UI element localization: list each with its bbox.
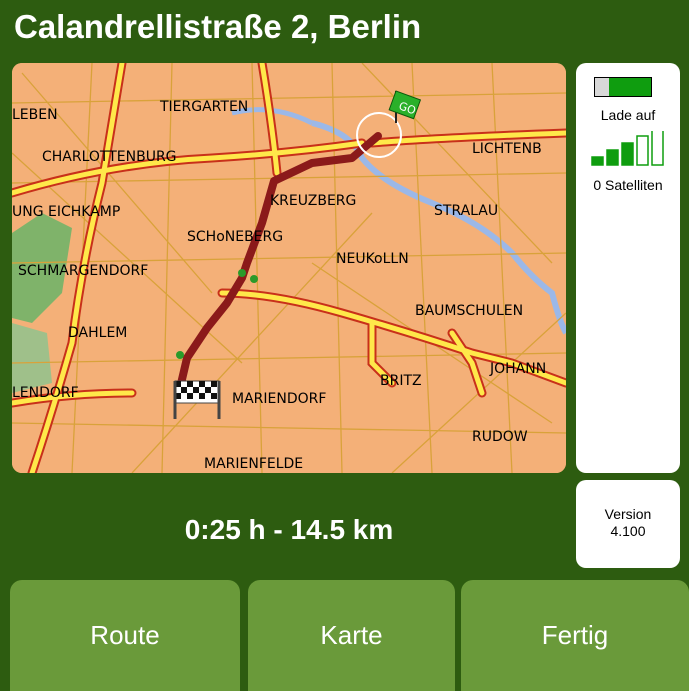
map-button[interactable]: Karte	[248, 580, 455, 691]
route-button[interactable]: Route	[10, 580, 240, 691]
map-label-leben: LEBEN	[12, 107, 58, 123]
route-summary: 0:25 h - 14.5 km	[184, 514, 394, 545]
map-label-johann: JOHANN	[489, 361, 546, 377]
map-label-rudow: RUDOW	[472, 429, 528, 445]
route-waypoint	[250, 275, 258, 283]
signal-bar	[636, 135, 649, 166]
map-label-eichkamp: UNG EICHKAMP	[12, 204, 120, 220]
map-label-mariendorf: MARIENDORF	[232, 391, 326, 407]
signal-bar	[621, 142, 634, 166]
route-map[interactable]: GO TIERGARTEN LEBEN CHARLOTTENBURG LICHT…	[12, 63, 566, 473]
map-label-baumschulen: BAUMSCHULEN	[415, 303, 523, 319]
map-label-stralau: STRALAU	[434, 203, 498, 219]
satellite-signal-icon	[591, 131, 664, 166]
route-waypoint	[238, 269, 246, 277]
signal-bar	[591, 156, 604, 166]
map-label-tiergarten: TIERGARTEN	[159, 99, 248, 115]
map-label-neukolln: NEUKoLLN	[336, 251, 409, 267]
done-button[interactable]: Fertig	[461, 580, 689, 691]
map-label-britz: BRITZ	[380, 373, 422, 389]
forest-area	[12, 323, 52, 393]
map-label-lendorf: LENDORF	[12, 385, 79, 401]
satellite-status: 0 Satelliten	[593, 177, 663, 193]
map-label-kreuzberg: KREUZBERG	[270, 193, 356, 209]
map-label-schmargendorf: SCHMARGENDORF	[18, 263, 148, 279]
page-title: Calandrellistraße 2, Berlin	[14, 8, 422, 45]
version-number: 4.100	[610, 523, 646, 539]
status-panel: Lade auf 0 Satelliten	[576, 63, 680, 473]
map-label-marienfelde: MARIENFELDE	[204, 456, 303, 472]
battery-status: Lade auf	[600, 107, 656, 123]
map-canvas[interactable]: GO TIERGARTEN LEBEN CHARLOTTENBURG LICHT…	[12, 63, 566, 473]
battery-icon	[594, 77, 652, 97]
map-label-charlottenburg: CHARLOTTENBURG	[42, 149, 177, 165]
route-waypoint	[176, 351, 184, 359]
map-label-dahlem: DAHLEM	[68, 325, 127, 341]
map-label-lichtenb: LICHTENB	[472, 141, 542, 157]
signal-bar	[606, 149, 619, 166]
signal-bar	[651, 131, 664, 166]
map-label-schoneberg: SCHoNEBERG	[187, 229, 283, 245]
version-label: Version	[604, 506, 652, 522]
version-box: Version 4.100	[576, 480, 680, 568]
